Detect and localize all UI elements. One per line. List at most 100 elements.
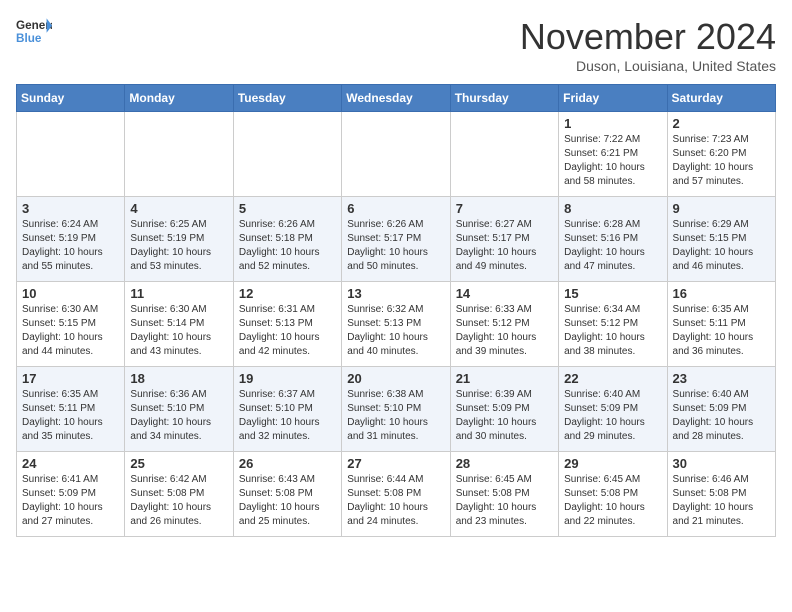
day-info: Sunrise: 6:25 AM: [130, 218, 227, 232]
calendar-cell: 28Sunrise: 6:45 AMSunset: 5:08 PMDayligh…: [450, 452, 558, 537]
day-info: Daylight: 10 hours and 55 minutes.: [22, 246, 119, 274]
calendar-cell: 18Sunrise: 6:36 AMSunset: 5:10 PMDayligh…: [125, 367, 233, 452]
day-number: 21: [456, 371, 553, 386]
weekday-header-saturday: Saturday: [667, 85, 775, 112]
day-info: Sunrise: 6:24 AM: [22, 218, 119, 232]
day-info: Sunset: 5:14 PM: [130, 317, 227, 331]
day-info: Sunset: 5:16 PM: [564, 232, 661, 246]
day-info: Sunrise: 6:27 AM: [456, 218, 553, 232]
day-info: Sunrise: 6:37 AM: [239, 388, 336, 402]
day-info: Daylight: 10 hours and 24 minutes.: [347, 501, 444, 529]
calendar-cell: 21Sunrise: 6:39 AMSunset: 5:09 PMDayligh…: [450, 367, 558, 452]
day-info: Daylight: 10 hours and 46 minutes.: [673, 246, 770, 274]
day-info: Daylight: 10 hours and 47 minutes.: [564, 246, 661, 274]
day-info: Sunrise: 7:22 AM: [564, 133, 661, 147]
day-number: 18: [130, 371, 227, 386]
calendar-cell: 29Sunrise: 6:45 AMSunset: 5:08 PMDayligh…: [559, 452, 667, 537]
weekday-header-tuesday: Tuesday: [233, 85, 341, 112]
day-info: Daylight: 10 hours and 57 minutes.: [673, 161, 770, 189]
calendar-cell: 30Sunrise: 6:46 AMSunset: 5:08 PMDayligh…: [667, 452, 775, 537]
day-info: Sunset: 5:13 PM: [239, 317, 336, 331]
day-info: Sunset: 5:08 PM: [456, 487, 553, 501]
day-info: Sunset: 5:17 PM: [456, 232, 553, 246]
day-info: Daylight: 10 hours and 40 minutes.: [347, 331, 444, 359]
calendar-header: SundayMondayTuesdayWednesdayThursdayFrid…: [17, 85, 776, 112]
day-number: 26: [239, 456, 336, 471]
day-info: Sunrise: 6:42 AM: [130, 473, 227, 487]
calendar-cell: [450, 112, 558, 197]
day-number: 25: [130, 456, 227, 471]
day-info: Sunset: 5:19 PM: [130, 232, 227, 246]
day-number: 6: [347, 201, 444, 216]
day-info: Sunrise: 6:46 AM: [673, 473, 770, 487]
day-number: 29: [564, 456, 661, 471]
day-info: Daylight: 10 hours and 50 minutes.: [347, 246, 444, 274]
calendar-cell: 27Sunrise: 6:44 AMSunset: 5:08 PMDayligh…: [342, 452, 450, 537]
calendar-cell: 16Sunrise: 6:35 AMSunset: 5:11 PMDayligh…: [667, 282, 775, 367]
day-info: Sunrise: 6:26 AM: [347, 218, 444, 232]
day-info: Sunrise: 6:45 AM: [456, 473, 553, 487]
calendar-body: 1Sunrise: 7:22 AMSunset: 6:21 PMDaylight…: [17, 112, 776, 537]
calendar-cell: 14Sunrise: 6:33 AMSunset: 5:12 PMDayligh…: [450, 282, 558, 367]
day-info: Sunrise: 6:45 AM: [564, 473, 661, 487]
logo-icon: General Blue: [16, 16, 52, 46]
calendar-cell: [342, 112, 450, 197]
calendar-cell: 23Sunrise: 6:40 AMSunset: 5:09 PMDayligh…: [667, 367, 775, 452]
day-info: Sunset: 5:10 PM: [239, 402, 336, 416]
weekday-header-sunday: Sunday: [17, 85, 125, 112]
day-info: Daylight: 10 hours and 27 minutes.: [22, 501, 119, 529]
svg-text:Blue: Blue: [16, 32, 42, 45]
day-number: 19: [239, 371, 336, 386]
day-number: 12: [239, 286, 336, 301]
day-info: Sunrise: 6:30 AM: [22, 303, 119, 317]
day-info: Sunset: 5:15 PM: [673, 232, 770, 246]
day-info: Sunset: 5:12 PM: [564, 317, 661, 331]
day-info: Sunset: 5:19 PM: [22, 232, 119, 246]
day-info: Daylight: 10 hours and 28 minutes.: [673, 416, 770, 444]
day-info: Sunrise: 6:35 AM: [22, 388, 119, 402]
day-info: Sunrise: 6:26 AM: [239, 218, 336, 232]
weekday-header-wednesday: Wednesday: [342, 85, 450, 112]
day-info: Sunrise: 6:28 AM: [564, 218, 661, 232]
day-info: Sunrise: 6:38 AM: [347, 388, 444, 402]
day-number: 13: [347, 286, 444, 301]
day-number: 8: [564, 201, 661, 216]
day-number: 9: [673, 201, 770, 216]
day-info: Sunrise: 6:44 AM: [347, 473, 444, 487]
day-info: Daylight: 10 hours and 38 minutes.: [564, 331, 661, 359]
weekday-row: SundayMondayTuesdayWednesdayThursdayFrid…: [17, 85, 776, 112]
day-number: 14: [456, 286, 553, 301]
day-info: Sunset: 5:08 PM: [347, 487, 444, 501]
day-info: Sunset: 5:12 PM: [456, 317, 553, 331]
calendar-cell: 4Sunrise: 6:25 AMSunset: 5:19 PMDaylight…: [125, 197, 233, 282]
day-info: Daylight: 10 hours and 30 minutes.: [456, 416, 553, 444]
day-info: Sunset: 5:09 PM: [564, 402, 661, 416]
calendar-cell: 6Sunrise: 6:26 AMSunset: 5:17 PMDaylight…: [342, 197, 450, 282]
calendar-table: SundayMondayTuesdayWednesdayThursdayFrid…: [16, 84, 776, 537]
week-row-1: 1Sunrise: 7:22 AMSunset: 6:21 PMDaylight…: [17, 112, 776, 197]
day-info: Daylight: 10 hours and 49 minutes.: [456, 246, 553, 274]
day-info: Daylight: 10 hours and 32 minutes.: [239, 416, 336, 444]
page-header: General Blue November 2024 Duson, Louisi…: [16, 16, 776, 74]
day-info: Sunrise: 6:43 AM: [239, 473, 336, 487]
day-info: Sunset: 5:11 PM: [673, 317, 770, 331]
calendar-cell: 22Sunrise: 6:40 AMSunset: 5:09 PMDayligh…: [559, 367, 667, 452]
week-row-5: 24Sunrise: 6:41 AMSunset: 5:09 PMDayligh…: [17, 452, 776, 537]
calendar-cell: 24Sunrise: 6:41 AMSunset: 5:09 PMDayligh…: [17, 452, 125, 537]
day-number: 24: [22, 456, 119, 471]
calendar-cell: 13Sunrise: 6:32 AMSunset: 5:13 PMDayligh…: [342, 282, 450, 367]
day-info: Daylight: 10 hours and 52 minutes.: [239, 246, 336, 274]
day-number: 1: [564, 116, 661, 131]
week-row-4: 17Sunrise: 6:35 AMSunset: 5:11 PMDayligh…: [17, 367, 776, 452]
day-info: Sunset: 5:10 PM: [130, 402, 227, 416]
weekday-header-monday: Monday: [125, 85, 233, 112]
day-number: 10: [22, 286, 119, 301]
day-number: 17: [22, 371, 119, 386]
day-info: Sunset: 5:15 PM: [22, 317, 119, 331]
day-info: Sunrise: 6:40 AM: [564, 388, 661, 402]
day-info: Sunrise: 6:33 AM: [456, 303, 553, 317]
day-info: Daylight: 10 hours and 31 minutes.: [347, 416, 444, 444]
calendar-title: November 2024: [520, 16, 776, 58]
day-number: 30: [673, 456, 770, 471]
day-info: Sunset: 5:08 PM: [673, 487, 770, 501]
